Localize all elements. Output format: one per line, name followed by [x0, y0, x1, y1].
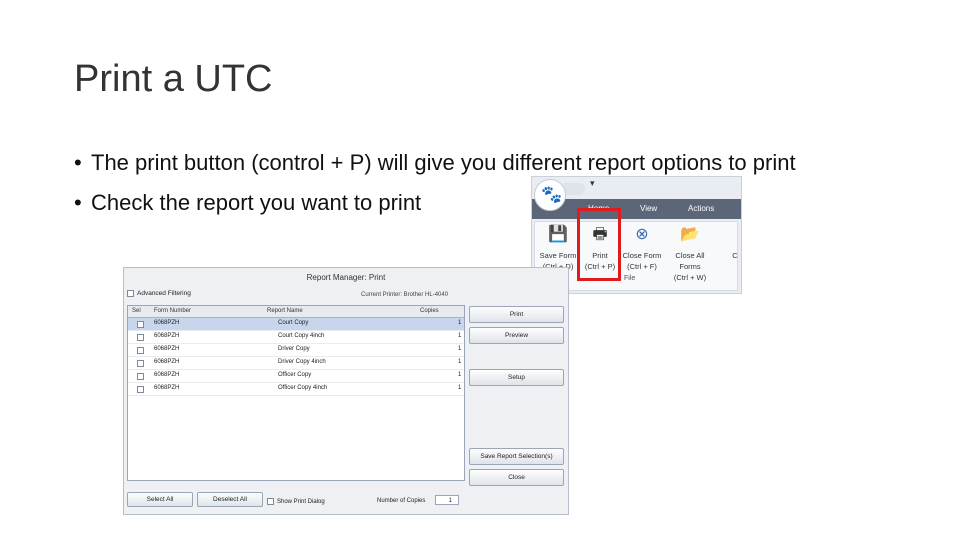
copies-cell[interactable]: 1	[458, 320, 461, 326]
row-checkbox[interactable]	[137, 334, 144, 341]
row-checkbox[interactable]	[137, 386, 144, 393]
save-form-label: Save Form	[539, 251, 577, 260]
save-form-button[interactable]: 💾 Save Form (Ctrl + D)	[537, 225, 579, 272]
table-row[interactable]: 6068PZH Officer Copy 1	[128, 370, 464, 383]
row-checkbox[interactable]	[137, 347, 144, 354]
copies-cell[interactable]: 1	[458, 385, 461, 391]
truncated-command-label: C	[732, 251, 738, 260]
report-name-cell: Officer Copy 4inch	[278, 385, 328, 391]
table-row[interactable]: 6068PZH Driver Copy 1	[128, 344, 464, 357]
tab-actions[interactable]: Actions	[688, 204, 714, 213]
qat-dropdown-icon[interactable]: ▾	[590, 178, 595, 189]
bullet-item: • The print button (control + P) will giv…	[74, 148, 894, 177]
bullet-list: • The print button (control + P) will giv…	[74, 148, 894, 228]
column-header[interactable]: Form Number	[154, 308, 191, 314]
bullet-text: Check the report you want to print	[91, 190, 422, 215]
close-form-icon: ⊗	[635, 226, 649, 243]
form-number-cell: 6068PZH	[154, 385, 180, 391]
report-name-cell: Officer Copy	[278, 372, 312, 378]
close-form-button[interactable]: ⊗ Close Form (Ctrl + F)	[621, 225, 663, 272]
copies-cell[interactable]: 1	[458, 372, 461, 378]
table-row[interactable]: 6068PZH Court Copy 4inch 1	[128, 331, 464, 344]
column-header[interactable]: Copies	[420, 308, 439, 314]
bullet-dot: •	[74, 150, 82, 175]
bullet-dot: •	[74, 190, 82, 215]
close-form-shortcut: (Ctrl + F)	[627, 262, 657, 271]
table-row[interactable]: 6068PZH Driver Copy 4inch 1	[128, 357, 464, 370]
report-name-cell: Driver Copy 4inch	[278, 359, 326, 365]
quick-access-toolbar	[563, 183, 585, 195]
report-name-cell: Court Copy 4inch	[278, 333, 325, 339]
copies-cell[interactable]: 1	[458, 333, 461, 339]
form-number-cell: 6068PZH	[154, 320, 180, 326]
print-highlight-box	[577, 208, 621, 281]
number-of-copies-stepper[interactable]: 1	[435, 495, 459, 505]
table-row[interactable]: 6068PZH Officer Copy 4inch 1	[128, 383, 464, 396]
preview-button[interactable]: Preview	[469, 327, 564, 344]
close-button[interactable]: Close	[469, 469, 564, 486]
table-header: Sel Form Number Report Name Copies	[128, 306, 464, 318]
save-report-selection-button[interactable]: Save Report Selection(s)	[469, 448, 564, 465]
report-manager-dialog: Report Manager: Print Advanced Filtering…	[123, 267, 569, 515]
paw-icon: 🐾	[541, 185, 563, 204]
report-name-cell: Court Copy	[278, 320, 309, 326]
truncated-command[interactable]: C	[731, 225, 739, 261]
copies-cell[interactable]: 1	[458, 346, 461, 352]
checkbox-box	[267, 498, 274, 505]
form-number-cell: 6068PZH	[154, 333, 180, 339]
row-checkbox[interactable]	[137, 373, 144, 380]
table-row[interactable]: 6068PZH Court Copy 1	[128, 318, 464, 331]
folder-close-icon: 📂	[680, 226, 700, 243]
dialog-title: Report Manager: Print	[306, 273, 386, 282]
show-print-dialog-label: Show Print Dialog	[277, 499, 325, 506]
close-all-forms-label: Close All Forms	[675, 251, 705, 271]
form-number-cell: 6068PZH	[154, 359, 180, 365]
show-print-dialog-checkbox[interactable]: Show Print Dialog	[267, 498, 325, 505]
ribbon-group-label: File	[624, 275, 636, 282]
row-checkbox[interactable]	[137, 360, 144, 367]
column-header[interactable]: Report Name	[267, 308, 303, 314]
form-number-cell: 6068PZH	[154, 372, 180, 378]
app-logo[interactable]: 🐾	[534, 179, 566, 211]
report-table: Sel Form Number Report Name Copies 6068P…	[127, 305, 465, 481]
bullet-text: The print button (control + P) will give…	[91, 150, 796, 175]
current-printer: Current Printer: Brother HL-4040	[361, 292, 449, 298]
close-all-forms-shortcut: (Ctrl + W)	[673, 273, 707, 282]
print-report-button[interactable]: Print	[469, 306, 564, 323]
close-all-forms-button[interactable]: 📂 Close All Forms (Ctrl + W)	[665, 225, 715, 283]
advanced-filtering-checkbox[interactable]: Advanced Filtering	[127, 290, 191, 297]
column-header[interactable]: Sel	[132, 308, 141, 314]
tab-view[interactable]: View	[640, 204, 657, 213]
advanced-filtering-label: Advanced Filtering	[137, 290, 191, 298]
checkbox-box	[127, 290, 134, 297]
bullet-item: • Check the report you want to print	[74, 188, 894, 217]
save-icon: 💾	[548, 226, 568, 243]
row-checkbox[interactable]	[137, 321, 144, 328]
number-of-copies-label: Number of Copies	[377, 498, 426, 504]
setup-button[interactable]: Setup	[469, 369, 564, 386]
copies-cell[interactable]: 1	[458, 359, 461, 365]
close-form-label: Close Form	[622, 251, 662, 260]
slide-title: Print a UTC	[74, 58, 273, 100]
report-name-cell: Driver Copy	[278, 346, 310, 352]
deselect-all-button[interactable]: Deselect All	[197, 492, 263, 507]
form-number-cell: 6068PZH	[154, 346, 180, 352]
select-all-button[interactable]: Select All	[127, 492, 193, 507]
